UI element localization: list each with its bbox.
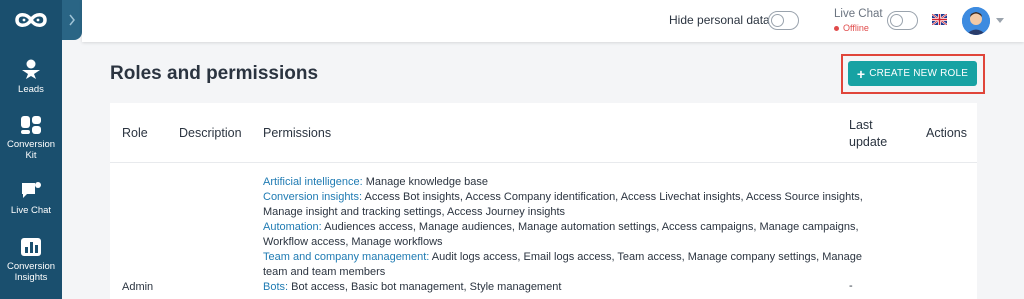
column-header-permissions[interactable]: Permissions <box>263 126 331 140</box>
sidebar-item-label: Conversion Kit <box>6 139 56 161</box>
role-name: Admin <box>122 281 154 293</box>
live-chat-toggle[interactable] <box>887 11 918 30</box>
chevron-down-icon[interactable] <box>996 18 1004 23</box>
sidebar-item-label: Live Chat <box>10 205 52 216</box>
permission-line: Manage insight and tracking settings, Ac… <box>263 206 566 218</box>
plus-icon: + <box>856 65 866 82</box>
permission-line: Conversion insights: Access Bot insights… <box>263 191 863 203</box>
column-header-last-update-line1[interactable]: Last <box>849 118 873 132</box>
live-chat-status-label: Offline <box>843 23 869 33</box>
sidebar: Leads Conversion Kit Live Chat Conversio… <box>0 0 62 299</box>
user-avatar-icon <box>962 7 990 35</box>
create-new-role-label: CREATE NEW ROLE <box>869 68 969 79</box>
avatar[interactable] <box>962 7 990 35</box>
status-dot-icon <box>834 25 839 31</box>
permission-line: Team and company management: Audit logs … <box>263 251 863 263</box>
conversion-kit-icon <box>21 116 41 134</box>
sidebar-item-label: Leads <box>18 84 44 95</box>
sidebar-item-live-chat[interactable]: Live Chat <box>0 181 62 216</box>
app-logo[interactable] <box>0 0 62 40</box>
header-divider <box>110 162 977 163</box>
permission-line: Automation: Audiences access, Manage aud… <box>263 221 859 233</box>
chat-bubble-icon <box>22 182 41 198</box>
last-update-value: - <box>849 280 853 292</box>
hide-personal-data-label: Hide personal data <box>669 13 770 27</box>
column-header-role[interactable]: Role <box>122 126 148 140</box>
permission-line: team and team members <box>263 266 386 278</box>
permission-line: Bots: Bot access, Basic bot management, … <box>263 281 562 293</box>
permission-line: Workflow access, Manage workflows <box>263 236 443 248</box>
hide-personal-data-toggle[interactable] <box>768 11 799 30</box>
chevron-right-icon <box>69 14 75 26</box>
uk-flag-icon[interactable] <box>932 14 947 25</box>
page-title: Roles and permissions <box>110 63 319 84</box>
permission-line: Artificial intelligence: Manage knowledg… <box>263 176 489 188</box>
infinity-logo-icon <box>15 13 47 27</box>
sidebar-item-label: Conversion Insights <box>6 261 56 283</box>
toggle-knob <box>771 14 784 27</box>
column-header-last-update-line2[interactable]: update <box>849 135 887 149</box>
live-chat-label: Live Chat <box>834 8 883 20</box>
star-person-icon <box>22 59 40 79</box>
toggle-knob <box>890 14 903 27</box>
bar-chart-icon <box>21 238 41 256</box>
top-bar: Hide personal data Live Chat Offline <box>82 0 1024 42</box>
sidebar-toggle[interactable] <box>62 0 82 40</box>
create-new-role-button[interactable]: + CREATE NEW ROLE <box>848 61 977 86</box>
column-header-description[interactable]: Description <box>179 126 242 140</box>
column-header-actions: Actions <box>926 126 967 140</box>
sidebar-item-conversion-kit[interactable]: Conversion Kit <box>0 115 62 161</box>
live-chat-status: Offline <box>834 23 869 33</box>
sidebar-item-leads[interactable]: Leads <box>0 58 62 95</box>
sidebar-item-conversion-insights[interactable]: Conversion Insights <box>0 237 62 283</box>
